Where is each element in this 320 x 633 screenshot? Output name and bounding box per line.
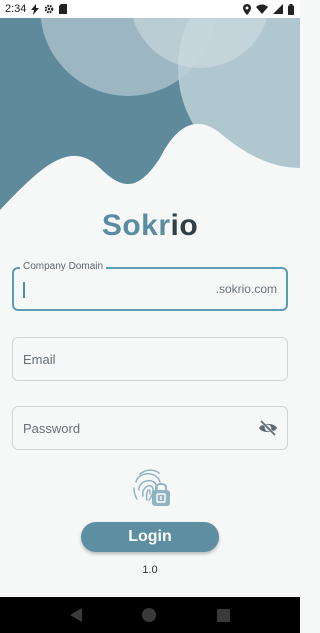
recents-icon[interactable] [216,608,230,622]
app-logo: Sokrio [0,209,300,243]
sd-card-icon [59,4,68,14]
home-icon[interactable] [142,608,157,622]
text-cursor [23,282,25,298]
status-time: 2:34 [5,3,27,15]
navigation-bar [0,597,300,633]
login-button[interactable]: Login [81,522,219,552]
location-icon [243,3,251,15]
status-left: 2:34 [5,3,68,15]
logo-accent-text: io [170,209,199,242]
password-placeholder: Password [23,421,81,436]
logo-main-text: Sokr [101,209,171,242]
battery-icon [288,3,294,15]
company-domain-label: Company Domain [20,261,107,272]
company-domain-suffix: .sokrio.com [215,282,277,296]
app-version: 1.0 [142,564,158,576]
status-right [243,3,294,15]
status-bar: 2:34 [0,0,300,18]
hero-background [0,18,300,218]
wifi-icon [256,4,268,14]
email-field[interactable]: Email [12,337,288,381]
back-icon[interactable] [70,608,83,622]
fingerprint-lock-icon[interactable] [126,462,174,510]
bolt-icon [31,3,40,15]
company-domain-field[interactable]: Company Domain .sokrio.com [12,261,288,311]
signal-icon [273,4,283,14]
password-field[interactable]: Password [12,406,288,450]
gear-icon [45,4,54,14]
eye-off-icon[interactable] [258,418,278,438]
email-placeholder: Email [23,352,56,367]
